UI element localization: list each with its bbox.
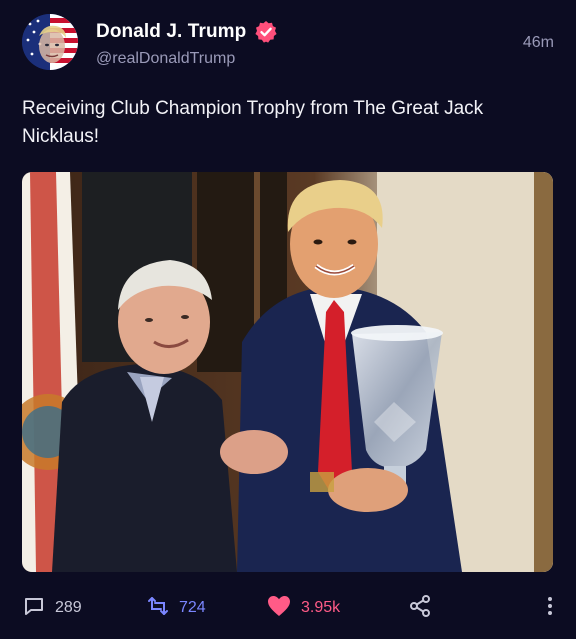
action-bar: 289 724 3.95k [22,590,554,626]
like-count: 3.95k [301,599,341,616]
repost-count: 724 [179,599,206,616]
post-header: Donald J. Trump @realDonaldTrump 46m [22,14,554,74]
repost-button[interactable]: 724 [146,590,206,626]
post-timestamp[interactable]: 46m [523,34,554,52]
repost-icon [146,594,170,623]
reply-count: 289 [55,599,82,616]
author-display-name[interactable]: Donald J. Trump [96,21,246,43]
more-options-button[interactable] [546,590,554,626]
avatar-image [22,14,78,70]
post-card: Donald J. Trump @realDonaldTrump 46m Rec… [0,0,576,639]
photo-image [22,172,553,572]
post-text: Receiving Club Champion Trophy from The … [22,98,484,147]
more-vertical-icon [546,594,554,623]
like-button[interactable]: 3.95k [266,590,340,626]
post-photo[interactable] [22,172,553,572]
author-block: Donald J. Trump @realDonaldTrump [96,20,278,68]
author-handle[interactable]: @realDonaldTrump [96,50,278,68]
comment-icon [22,594,46,623]
verified-badge-icon [254,20,278,44]
heart-icon [266,594,292,623]
reply-button[interactable]: 289 [22,590,82,626]
share-button[interactable] [408,590,432,626]
name-row: Donald J. Trump [96,20,278,44]
share-icon [408,594,432,623]
avatar[interactable] [22,14,78,70]
